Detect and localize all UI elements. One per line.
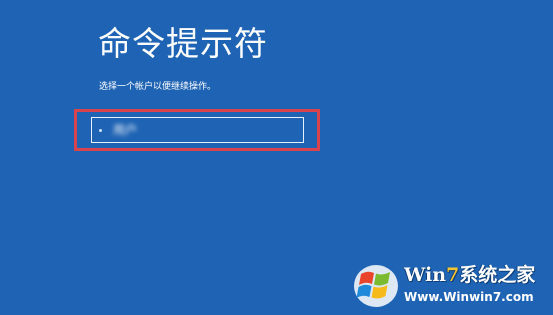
watermark: Win7系统之家 Www.Winwin7.com: [352, 258, 552, 314]
account-bullet-icon: [99, 128, 102, 132]
watermark-url: Www.Winwin7.com: [404, 290, 534, 304]
page-title: 命令提示符: [98, 24, 268, 63]
watermark-brand: Win7系统之家: [404, 264, 536, 286]
windows-logo-icon: [354, 265, 398, 307]
account-tile[interactable]: 用户: [91, 117, 304, 143]
account-name: 用户: [113, 123, 138, 137]
page-subtitle: 选择一个帐户以便继续操作。: [99, 82, 217, 92]
